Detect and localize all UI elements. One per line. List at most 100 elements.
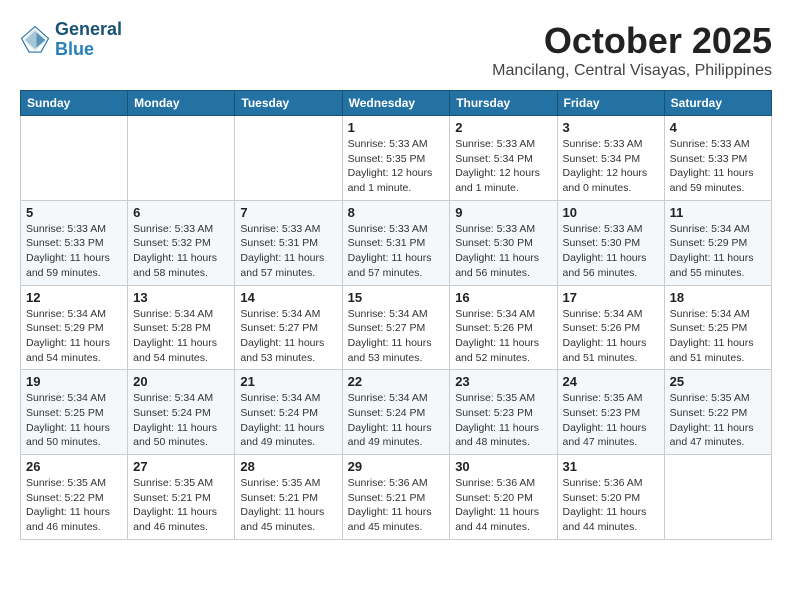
logo-text: General Blue	[55, 20, 122, 60]
weekday-sunday: Sunday	[21, 91, 128, 116]
day-number: 4	[670, 120, 766, 135]
day-info: Sunrise: 5:33 AM Sunset: 5:33 PM Dayligh…	[670, 137, 766, 196]
day-info: Sunrise: 5:34 AM Sunset: 5:25 PM Dayligh…	[26, 391, 122, 450]
day-cell	[664, 455, 771, 540]
day-info: Sunrise: 5:33 AM Sunset: 5:30 PM Dayligh…	[563, 222, 659, 281]
day-info: Sunrise: 5:34 AM Sunset: 5:24 PM Dayligh…	[240, 391, 336, 450]
day-number: 3	[563, 120, 659, 135]
day-info: Sunrise: 5:34 AM Sunset: 5:26 PM Dayligh…	[455, 307, 551, 366]
week-row-2: 5 Sunrise: 5:33 AM Sunset: 5:33 PM Daylig…	[21, 200, 772, 285]
day-cell: 22 Sunrise: 5:34 AM Sunset: 5:24 PM Dayli…	[342, 370, 450, 455]
day-number: 13	[133, 290, 229, 305]
day-number: 31	[563, 459, 659, 474]
day-number: 22	[348, 374, 445, 389]
day-cell	[235, 116, 342, 201]
week-row-5: 26Sunrise: 5:35 AM Sunset: 5:22 PM Dayli…	[21, 455, 772, 540]
day-info: Sunrise: 5:36 AM Sunset: 5:20 PM Dayligh…	[455, 476, 551, 535]
day-info: Sunrise: 5:33 AM Sunset: 5:31 PM Dayligh…	[240, 222, 336, 281]
day-number: 15	[348, 290, 445, 305]
day-number: 19	[26, 374, 122, 389]
day-info: Sunrise: 5:33 AM Sunset: 5:30 PM Dayligh…	[455, 222, 551, 281]
day-cell: 26Sunrise: 5:35 AM Sunset: 5:22 PM Dayli…	[21, 455, 128, 540]
logo-icon	[20, 25, 50, 55]
weekday-thursday: Thursday	[450, 91, 557, 116]
day-number: 11	[670, 205, 766, 220]
day-number: 24	[563, 374, 659, 389]
day-info: Sunrise: 5:34 AM Sunset: 5:27 PM Dayligh…	[348, 307, 445, 366]
day-number: 8	[348, 205, 445, 220]
day-info: Sunrise: 5:34 AM Sunset: 5:26 PM Dayligh…	[563, 307, 659, 366]
month-title: October 2025	[492, 20, 772, 62]
day-cell: 2Sunrise: 5:33 AM Sunset: 5:34 PM Daylig…	[450, 116, 557, 201]
day-cell: 9 Sunrise: 5:33 AM Sunset: 5:30 PM Daylig…	[450, 200, 557, 285]
day-cell: 13 Sunrise: 5:34 AM Sunset: 5:28 PM Dayli…	[128, 285, 235, 370]
day-cell: 27 Sunrise: 5:35 AM Sunset: 5:21 PM Dayli…	[128, 455, 235, 540]
day-info: Sunrise: 5:35 AM Sunset: 5:21 PM Dayligh…	[240, 476, 336, 535]
day-info: Sunrise: 5:34 AM Sunset: 5:28 PM Dayligh…	[133, 307, 229, 366]
day-cell: 17Sunrise: 5:34 AM Sunset: 5:26 PM Dayli…	[557, 285, 664, 370]
day-info: Sunrise: 5:35 AM Sunset: 5:22 PM Dayligh…	[670, 391, 766, 450]
day-number: 10	[563, 205, 659, 220]
day-cell: 24 Sunrise: 5:35 AM Sunset: 5:23 PM Dayli…	[557, 370, 664, 455]
day-cell: 21 Sunrise: 5:34 AM Sunset: 5:24 PM Dayli…	[235, 370, 342, 455]
weekday-header-row: SundayMondayTuesdayWednesdayThursdayFrid…	[21, 91, 772, 116]
title-block: October 2025 Mancilang, Central Visayas,…	[492, 20, 772, 80]
day-number: 5	[26, 205, 122, 220]
weekday-friday: Friday	[557, 91, 664, 116]
day-cell: 10 Sunrise: 5:33 AM Sunset: 5:30 PM Dayli…	[557, 200, 664, 285]
day-cell: 25 Sunrise: 5:35 AM Sunset: 5:22 PM Dayli…	[664, 370, 771, 455]
day-info: Sunrise: 5:36 AM Sunset: 5:20 PM Dayligh…	[563, 476, 659, 535]
day-info: Sunrise: 5:33 AM Sunset: 5:34 PM Dayligh…	[563, 137, 659, 196]
day-number: 27	[133, 459, 229, 474]
day-cell: 19 Sunrise: 5:34 AM Sunset: 5:25 PM Dayli…	[21, 370, 128, 455]
day-cell: 12Sunrise: 5:34 AM Sunset: 5:29 PM Dayli…	[21, 285, 128, 370]
day-number: 9	[455, 205, 551, 220]
day-cell: 6Sunrise: 5:33 AM Sunset: 5:32 PM Daylig…	[128, 200, 235, 285]
day-number: 18	[670, 290, 766, 305]
day-info: Sunrise: 5:35 AM Sunset: 5:21 PM Dayligh…	[133, 476, 229, 535]
day-number: 6	[133, 205, 229, 220]
week-row-4: 19 Sunrise: 5:34 AM Sunset: 5:25 PM Dayli…	[21, 370, 772, 455]
day-info: Sunrise: 5:34 AM Sunset: 5:29 PM Dayligh…	[26, 307, 122, 366]
page-header: General Blue October 2025 Mancilang, Cen…	[20, 20, 772, 80]
weekday-saturday: Saturday	[664, 91, 771, 116]
day-number: 25	[670, 374, 766, 389]
day-cell	[128, 116, 235, 201]
logo: General Blue	[20, 20, 122, 60]
day-info: Sunrise: 5:34 AM Sunset: 5:24 PM Dayligh…	[348, 391, 445, 450]
day-info: Sunrise: 5:34 AM Sunset: 5:27 PM Dayligh…	[240, 307, 336, 366]
day-info: Sunrise: 5:33 AM Sunset: 5:33 PM Dayligh…	[26, 222, 122, 281]
day-info: Sunrise: 5:36 AM Sunset: 5:21 PM Dayligh…	[348, 476, 445, 535]
day-number: 23	[455, 374, 551, 389]
day-info: Sunrise: 5:33 AM Sunset: 5:31 PM Dayligh…	[348, 222, 445, 281]
day-number: 21	[240, 374, 336, 389]
day-number: 14	[240, 290, 336, 305]
day-cell: 15 Sunrise: 5:34 AM Sunset: 5:27 PM Dayli…	[342, 285, 450, 370]
weekday-wednesday: Wednesday	[342, 91, 450, 116]
calendar-body: 1Sunrise: 5:33 AM Sunset: 5:35 PM Daylig…	[21, 116, 772, 540]
day-cell: 3 Sunrise: 5:33 AM Sunset: 5:34 PM Daylig…	[557, 116, 664, 201]
day-number: 16	[455, 290, 551, 305]
day-number: 20	[133, 374, 229, 389]
day-number: 1	[348, 120, 445, 135]
day-info: Sunrise: 5:34 AM Sunset: 5:24 PM Dayligh…	[133, 391, 229, 450]
day-info: Sunrise: 5:34 AM Sunset: 5:29 PM Dayligh…	[670, 222, 766, 281]
day-cell: 7Sunrise: 5:33 AM Sunset: 5:31 PM Daylig…	[235, 200, 342, 285]
day-number: 29	[348, 459, 445, 474]
day-cell: 18 Sunrise: 5:34 AM Sunset: 5:25 PM Dayli…	[664, 285, 771, 370]
day-cell: 5 Sunrise: 5:33 AM Sunset: 5:33 PM Daylig…	[21, 200, 128, 285]
day-number: 28	[240, 459, 336, 474]
day-number: 26	[26, 459, 122, 474]
day-info: Sunrise: 5:35 AM Sunset: 5:23 PM Dayligh…	[455, 391, 551, 450]
week-row-3: 12Sunrise: 5:34 AM Sunset: 5:29 PM Dayli…	[21, 285, 772, 370]
weekday-monday: Monday	[128, 91, 235, 116]
day-info: Sunrise: 5:34 AM Sunset: 5:25 PM Dayligh…	[670, 307, 766, 366]
day-info: Sunrise: 5:35 AM Sunset: 5:23 PM Dayligh…	[563, 391, 659, 450]
day-cell: 11 Sunrise: 5:34 AM Sunset: 5:29 PM Dayli…	[664, 200, 771, 285]
day-number: 30	[455, 459, 551, 474]
day-cell: 30 Sunrise: 5:36 AM Sunset: 5:20 PM Dayli…	[450, 455, 557, 540]
calendar-table: SundayMondayTuesdayWednesdayThursdayFrid…	[20, 90, 772, 540]
day-cell: 28 Sunrise: 5:35 AM Sunset: 5:21 PM Dayli…	[235, 455, 342, 540]
day-cell: 23 Sunrise: 5:35 AM Sunset: 5:23 PM Dayli…	[450, 370, 557, 455]
day-cell: 4 Sunrise: 5:33 AM Sunset: 5:33 PM Daylig…	[664, 116, 771, 201]
